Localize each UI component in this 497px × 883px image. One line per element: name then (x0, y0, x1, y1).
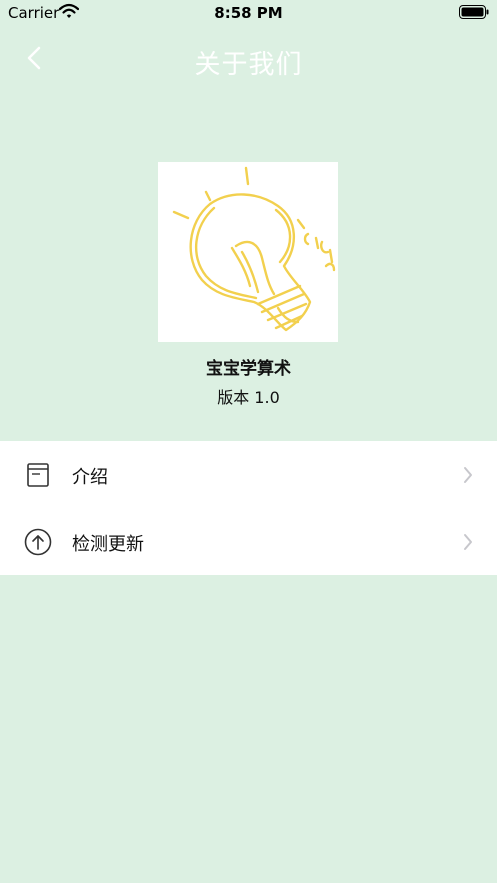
page-title: 关于我们 (194, 50, 303, 80)
menu-item-intro[interactable]: 介绍 (0, 441, 497, 508)
app-version: 版本 1.0 (217, 388, 280, 407)
lightbulb-icon (172, 166, 336, 332)
menu-item-label: 介绍 (72, 467, 108, 488)
chevron-right-icon (464, 467, 472, 483)
battery-icon (459, 5, 489, 23)
app-logo (158, 162, 338, 342)
arrow-up-circle-icon (24, 528, 52, 556)
chevron-right-icon (464, 534, 472, 550)
status-bar: Carrier 8:58 PM (0, 0, 497, 26)
status-time: 8:58 PM (214, 4, 283, 22)
menu-item-check-update[interactable]: 检测更新 (0, 508, 497, 575)
menu-list: 介绍 检测更新 (0, 441, 497, 575)
book-icon (27, 463, 49, 487)
app-name: 宝宝学算术 (206, 359, 291, 379)
menu-item-label: 检测更新 (72, 534, 144, 555)
navigation-bar: 关于我们 (0, 26, 497, 94)
